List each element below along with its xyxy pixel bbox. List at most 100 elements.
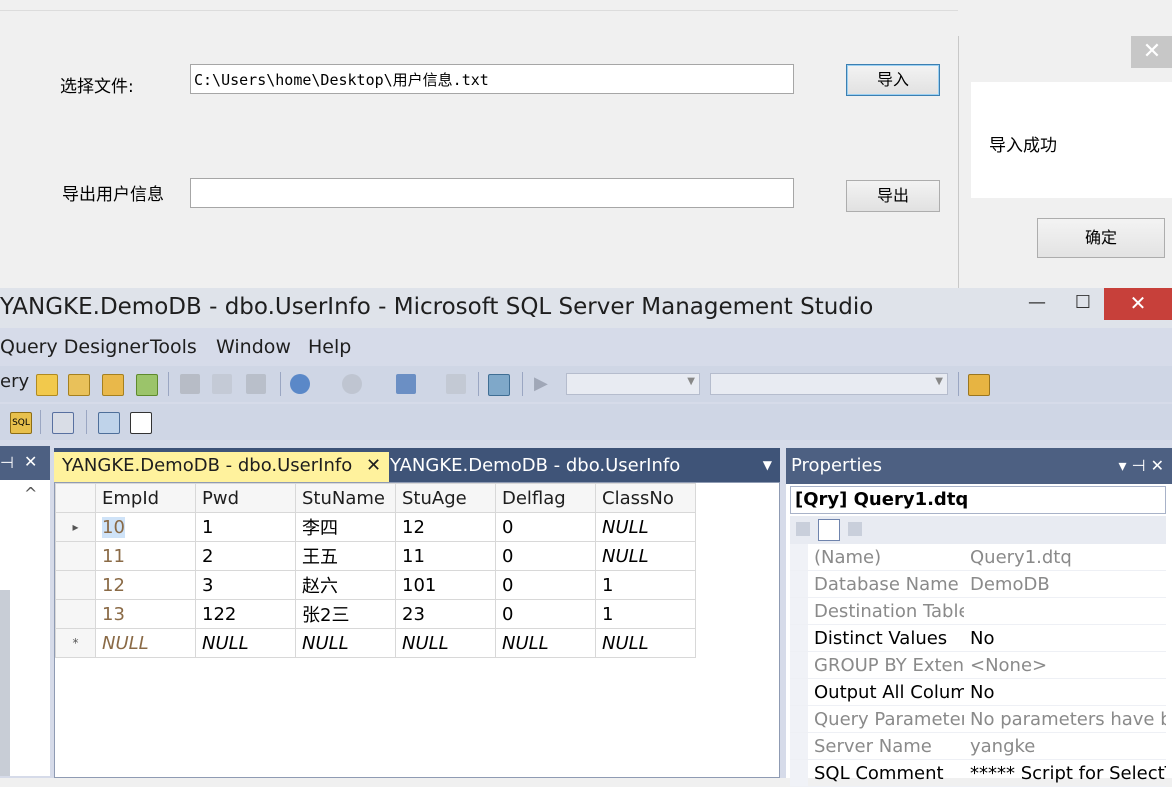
grid-cell[interactable]: NULL bbox=[395, 628, 496, 658]
property-value[interactable] bbox=[964, 597, 1166, 625]
alphabetical-icon[interactable] bbox=[818, 519, 840, 541]
msgbox-ok-button[interactable]: 确定 bbox=[1037, 218, 1165, 258]
grid-cell[interactable]: NULL bbox=[95, 628, 196, 658]
grid-cell[interactable]: NULL bbox=[295, 628, 396, 658]
menu-query-designer[interactable]: Query Designer bbox=[0, 336, 149, 358]
grid-cell[interactable]: 101 bbox=[395, 570, 496, 600]
row-marker[interactable] bbox=[55, 541, 96, 571]
left-panel-scrollbar[interactable] bbox=[0, 590, 10, 776]
grid-cell[interactable]: 0 bbox=[495, 512, 596, 542]
grid-cell[interactable]: 张2三 bbox=[295, 599, 396, 629]
grid-cell[interactable]: 23 bbox=[395, 599, 496, 629]
open-folder-icon[interactable] bbox=[968, 374, 990, 396]
menu-window[interactable]: Window bbox=[216, 336, 291, 358]
import-button[interactable]: 导入 bbox=[846, 64, 940, 96]
property-value[interactable]: No parameters have b bbox=[964, 705, 1166, 733]
dmx-query-icon[interactable] bbox=[102, 374, 124, 396]
menu-tools[interactable]: Tools bbox=[150, 336, 197, 358]
minimize-icon[interactable]: — bbox=[1014, 288, 1060, 320]
property-row[interactable]: Distinct Values No bbox=[790, 624, 1166, 652]
property-row[interactable]: SQL Comment ***** Script for SelectT bbox=[790, 759, 1166, 787]
property-value[interactable]: ***** Script for SelectT bbox=[964, 759, 1166, 787]
grid-cell[interactable]: 2 bbox=[195, 541, 296, 571]
grid-cell[interactable]: 1 bbox=[595, 570, 696, 600]
categorized-icon[interactable] bbox=[796, 522, 810, 536]
grid-cell[interactable]: 11 bbox=[95, 541, 196, 571]
property-value[interactable]: DemoDB bbox=[964, 570, 1166, 598]
table-row[interactable]: 11 2 王五 11 0 NULL bbox=[55, 541, 696, 571]
property-row[interactable]: Destination Table bbox=[790, 597, 1166, 625]
property-row[interactable]: (Name) Query1.dtq bbox=[790, 544, 1166, 571]
property-row[interactable]: Server Name yangke bbox=[790, 732, 1166, 760]
cut-icon[interactable] bbox=[180, 374, 200, 394]
property-pages-icon[interactable] bbox=[848, 522, 862, 536]
left-panel-close-icon[interactable]: ✕ bbox=[24, 452, 37, 471]
new-row[interactable]: * NULL NULL NULL NULL NULL NULL bbox=[55, 628, 696, 658]
tab-userinfo-inactive[interactable]: YANGKE.DemoDB - dbo.UserInfo bbox=[382, 452, 688, 482]
export-input[interactable] bbox=[190, 178, 794, 208]
database-combo[interactable]: ▼ bbox=[566, 373, 700, 395]
copy-icon[interactable] bbox=[212, 374, 232, 394]
find-icon[interactable] bbox=[446, 374, 466, 394]
grid-cell[interactable]: 3 bbox=[195, 570, 296, 600]
properties-header-icons[interactable]: ▾ ⊣ ✕ bbox=[1118, 456, 1164, 475]
table-row[interactable]: 12 3 赵六 101 0 1 bbox=[55, 570, 696, 600]
close-window-icon[interactable]: ✕ bbox=[1104, 288, 1172, 320]
grid-cell[interactable]: 1 bbox=[195, 512, 296, 542]
redo-icon[interactable] bbox=[342, 374, 362, 394]
row-marker[interactable] bbox=[55, 570, 96, 600]
property-value[interactable]: No bbox=[964, 624, 1166, 652]
object-selector[interactable]: [Qry] Query1.dtq bbox=[790, 486, 1166, 514]
grid-cell[interactable]: 12 bbox=[395, 512, 496, 542]
table-row[interactable]: 13 122 张2三 23 0 1 bbox=[55, 599, 696, 629]
xmla-query-icon[interactable] bbox=[136, 374, 158, 396]
col-header-pwd[interactable]: Pwd bbox=[195, 483, 296, 513]
grid-cell[interactable]: NULL bbox=[595, 541, 696, 571]
row-marker[interactable] bbox=[55, 599, 96, 629]
property-value[interactable]: No bbox=[964, 678, 1166, 706]
grid-cell[interactable]: 11 bbox=[395, 541, 496, 571]
pin-icon[interactable]: ⊣ bbox=[0, 453, 14, 472]
property-row[interactable]: Database Name DemoDB bbox=[790, 570, 1166, 598]
property-row[interactable]: GROUP BY Extens <None> bbox=[790, 651, 1166, 679]
export-button[interactable]: 导出 bbox=[846, 180, 940, 212]
tab-close-icon[interactable]: ✕ bbox=[366, 455, 381, 476]
grid-cell[interactable]: 李四 bbox=[295, 512, 396, 542]
grid-cell[interactable]: NULL bbox=[195, 628, 296, 658]
msgbox-close-icon[interactable]: ✕ bbox=[1131, 36, 1172, 68]
new-query-icon[interactable] bbox=[36, 374, 58, 396]
activity-monitor-icon[interactable] bbox=[488, 374, 510, 396]
config-combo[interactable]: ▼ bbox=[710, 373, 948, 395]
property-row[interactable]: Output All Colum No bbox=[790, 678, 1166, 706]
sql-pane-icon[interactable]: SQL bbox=[10, 412, 32, 434]
grid-cell[interactable]: 0 bbox=[495, 570, 596, 600]
col-header-classno[interactable]: ClassNo bbox=[595, 483, 696, 513]
mdx-query-icon[interactable] bbox=[68, 374, 90, 396]
grid-cell[interactable]: NULL bbox=[495, 628, 596, 658]
navigate-icon[interactable] bbox=[396, 374, 416, 394]
grid-cell[interactable]: 王五 bbox=[295, 541, 396, 571]
menu-help[interactable]: Help bbox=[308, 336, 351, 358]
grid-cell[interactable]: 12 bbox=[95, 570, 196, 600]
grid-cell[interactable]: 0 bbox=[495, 541, 596, 571]
grid-cell[interactable]: 122 bbox=[195, 599, 296, 629]
undo-icon[interactable] bbox=[290, 374, 310, 394]
add-derived-table-icon[interactable] bbox=[130, 412, 152, 434]
execute-icon[interactable]: ▶ bbox=[534, 374, 548, 394]
row-marker[interactable]: * bbox=[55, 628, 96, 658]
grid-cell[interactable]: NULL bbox=[595, 512, 696, 542]
grid-cell[interactable]: 赵六 bbox=[295, 570, 396, 600]
property-value[interactable]: <None> bbox=[964, 651, 1166, 679]
tab-userinfo-active[interactable]: YANGKE.DemoDB - dbo.UserInfo ✕ bbox=[54, 452, 390, 482]
grid-cell[interactable]: 0 bbox=[495, 599, 596, 629]
grid-cell[interactable]: 10 bbox=[102, 516, 125, 538]
grid-cell[interactable]: 1 bbox=[595, 599, 696, 629]
verify-sql-icon[interactable] bbox=[52, 412, 74, 434]
paste-icon[interactable] bbox=[246, 374, 266, 394]
grid-cell[interactable]: 13 bbox=[95, 599, 196, 629]
scroll-up-icon[interactable]: ^ bbox=[24, 484, 37, 503]
col-header-delflag[interactable]: Delflag bbox=[495, 483, 596, 513]
col-header-empid[interactable]: EmpId bbox=[95, 483, 196, 513]
table-row[interactable]: ▸ 10 1 李四 12 0 NULL bbox=[55, 512, 696, 542]
col-header-stuname[interactable]: StuName bbox=[295, 483, 396, 513]
